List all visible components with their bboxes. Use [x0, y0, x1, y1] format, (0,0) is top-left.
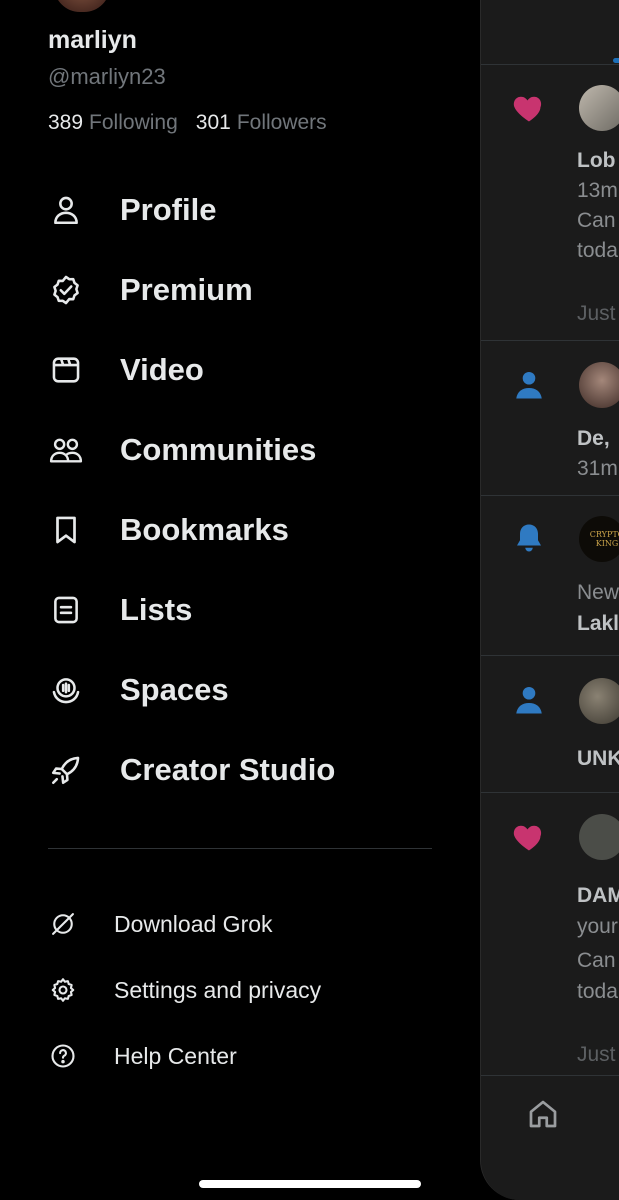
menu-item-communities[interactable]: Communities: [0, 410, 480, 490]
notification-text: 13m: [577, 179, 618, 202]
notification-text: Lob: [577, 149, 616, 172]
follow-counts: 389 Following 301 Followers: [48, 111, 327, 135]
bookmark-icon: [48, 512, 84, 548]
person-icon: [48, 192, 84, 228]
notification-text: toda: [577, 980, 618, 1003]
notification-text: UNK: [577, 747, 619, 770]
avatar[interactable]: [579, 362, 619, 408]
notification-text: your: [577, 915, 618, 938]
menu-item-settings-and-privacy[interactable]: Settings and privacy: [0, 957, 480, 1023]
home-indicator[interactable]: [199, 1180, 421, 1188]
following-link[interactable]: 389 Following: [48, 111, 178, 135]
menu-item-label: Bookmarks: [120, 512, 289, 547]
secondary-menu: Download Grok Settings and privacy Help …: [0, 891, 480, 1089]
avatar[interactable]: [52, 0, 112, 14]
menu-item-label: Spaces: [120, 672, 229, 707]
user-handle: @marliyn23: [48, 64, 166, 89]
verified-badge-icon: [48, 272, 84, 308]
notification-item[interactable]: UNK: [481, 656, 619, 793]
notification-text: Just: [577, 1043, 616, 1066]
lists-icon: [48, 592, 84, 628]
notification-item[interactable]: Lob 13m Can toda Just: [481, 65, 619, 341]
spaces-icon: [48, 672, 84, 708]
following-label: Following: [89, 111, 178, 134]
menu-item-bookmarks[interactable]: Bookmarks: [0, 490, 480, 570]
divider: [48, 848, 432, 849]
drawer-menu: Profile Premium Video Communities Bookma…: [0, 170, 480, 810]
notification-item[interactable]: DAM your Can toda Just: [481, 793, 619, 1075]
bell-icon: [517, 524, 541, 552]
notification-text: New: [577, 581, 619, 604]
display-name[interactable]: marliyn: [48, 26, 137, 55]
menu-item-label: Help Center: [114, 1042, 237, 1069]
notification-text: toda: [577, 239, 618, 262]
gear-icon: [48, 975, 78, 1005]
notification-text: Just: [577, 302, 616, 325]
followers-label: Followers: [236, 111, 327, 134]
avatar[interactable]: [579, 85, 619, 131]
video-icon: [48, 352, 84, 388]
following-count: 389: [48, 111, 84, 134]
avatar[interactable]: [579, 814, 619, 860]
notification-item[interactable]: CRYPTO KING New Lakl: [481, 496, 619, 656]
menu-item-label: Profile: [120, 192, 217, 227]
menu-item-premium[interactable]: Premium: [0, 250, 480, 330]
avatar[interactable]: [579, 678, 619, 724]
notification-text: De,: [577, 427, 610, 450]
notification-item[interactable]: De, 31m: [481, 341, 619, 496]
rocket-icon: [48, 752, 84, 788]
home-icon[interactable]: [525, 1096, 561, 1132]
menu-item-label: Lists: [120, 592, 193, 627]
heart-icon: [513, 96, 542, 122]
grok-icon: [48, 909, 78, 939]
followers-link[interactable]: 301 Followers: [196, 111, 327, 135]
active-tab-indicator: [613, 58, 619, 63]
notification-text: Can: [577, 209, 616, 232]
menu-item-label: Download Grok: [114, 910, 273, 937]
menu-item-lists[interactable]: Lists: [0, 570, 480, 650]
menu-item-label: Creator Studio: [120, 752, 336, 787]
side-drawer: marliyn @marliyn23 389 Following 301 Follo…: [0, 0, 480, 1200]
notification-text: Lakl: [577, 612, 619, 635]
person-icon: [516, 686, 542, 714]
menu-item-download-grok[interactable]: Download Grok: [0, 891, 480, 957]
menu-item-label: Video: [120, 352, 204, 387]
feed-header: [481, 0, 619, 65]
bottom-nav-bar: [481, 1075, 619, 1200]
person-icon: [516, 371, 542, 399]
avatar-logo-text: CRYPTO KING: [589, 530, 619, 548]
menu-item-profile[interactable]: Profile: [0, 170, 480, 250]
heart-icon: [513, 825, 542, 851]
menu-item-help-center[interactable]: Help Center: [0, 1023, 480, 1089]
menu-item-video[interactable]: Video: [0, 330, 480, 410]
menu-item-creator-studio[interactable]: Creator Studio: [0, 730, 480, 810]
notification-text: 31m: [577, 457, 618, 480]
background-feed: Lob 13m Can toda Just De, 31m CRYPTO KIN…: [480, 0, 619, 1200]
menu-item-spaces[interactable]: Spaces: [0, 650, 480, 730]
menu-item-label: Communities: [120, 432, 317, 467]
followers-count: 301: [195, 111, 231, 134]
notification-text: DAM: [577, 884, 619, 907]
notification-text: Can: [577, 949, 616, 972]
help-icon: [48, 1041, 78, 1071]
avatar[interactable]: CRYPTO KING: [579, 516, 619, 562]
menu-item-label: Premium: [120, 272, 253, 307]
communities-icon: [48, 432, 84, 468]
menu-item-label: Settings and privacy: [114, 976, 322, 1003]
